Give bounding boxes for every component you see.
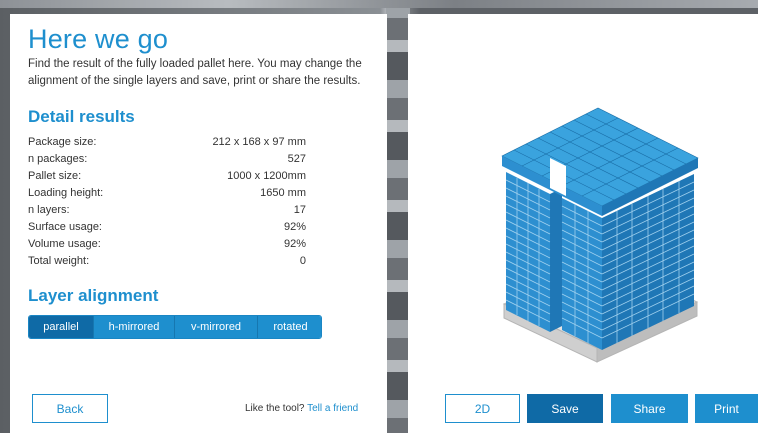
result-row-package-size: Package size: 212 x 168 x 97 mm — [28, 134, 306, 151]
result-row-total-weight: Total weight: 0 — [28, 253, 306, 270]
result-row-loading-height: Loading height: 1650 mm — [28, 185, 306, 202]
result-label: n layers: — [28, 204, 70, 216]
result-label: Package size: — [28, 136, 97, 148]
alignment-option-v-mirrored[interactable]: v-mirrored — [175, 316, 258, 338]
result-label: Surface usage: — [28, 221, 102, 233]
result-value: 212 x 168 x 97 mm — [212, 136, 306, 148]
result-label: Volume usage: — [28, 238, 101, 250]
save-button[interactable]: Save — [527, 394, 603, 423]
result-label: n packages: — [28, 153, 88, 165]
result-row-volume-usage: Volume usage: 92% — [28, 236, 306, 253]
alignment-option-h-mirrored[interactable]: h-mirrored — [94, 316, 175, 338]
result-value: 92% — [283, 221, 306, 233]
result-value: 1650 mm — [260, 187, 306, 199]
pallet-3d-icon — [501, 107, 699, 363]
page-title: Here we go — [28, 24, 169, 54]
result-value: 17 — [293, 204, 306, 216]
detail-results-heading: Detail results — [28, 107, 135, 126]
results-panel: Here we go Find the result of the fully … — [10, 14, 387, 433]
result-value: 1000 x 1200mm — [227, 170, 306, 182]
alignment-option-rotated[interactable]: rotated — [258, 316, 321, 338]
result-label: Loading height: — [28, 187, 104, 199]
result-value: 92% — [283, 238, 306, 250]
layer-alignment-heading: Layer alignment — [28, 286, 159, 305]
alignment-option-parallel[interactable]: parallel — [29, 316, 94, 338]
result-row-surface-usage: Surface usage: 92% — [28, 219, 306, 236]
print-button[interactable]: Print — [695, 394, 758, 423]
detail-results-list: Package size: 212 x 168 x 97 mm n packag… — [28, 134, 306, 270]
tell-a-friend-link[interactable]: Tell a friend — [307, 403, 358, 414]
result-label: Pallet size: — [28, 170, 82, 182]
intro-text: Find the result of the fully loaded pall… — [28, 58, 362, 87]
result-label: Total weight: — [28, 255, 90, 267]
result-row-pallet-size: Pallet size: 1000 x 1200mm — [28, 168, 306, 185]
share-prompt: Like the tool? Tell a friend — [245, 403, 358, 414]
result-row-n-layers: n layers: 17 — [28, 202, 306, 219]
result-value: 527 — [287, 153, 306, 165]
result-value: 0 — [299, 255, 306, 267]
share-prompt-text: Like the tool? — [245, 403, 305, 414]
layer-alignment-selector: parallel h-mirrored v-mirrored rotated — [28, 315, 322, 339]
view-2d-button[interactable]: 2D — [445, 394, 520, 423]
result-row-n-packages: n packages: 527 — [28, 151, 306, 168]
share-button[interactable]: Share — [611, 394, 688, 423]
back-button[interactable]: Back — [32, 394, 108, 423]
visualization-panel: 2D Save Share Print — [408, 14, 758, 433]
